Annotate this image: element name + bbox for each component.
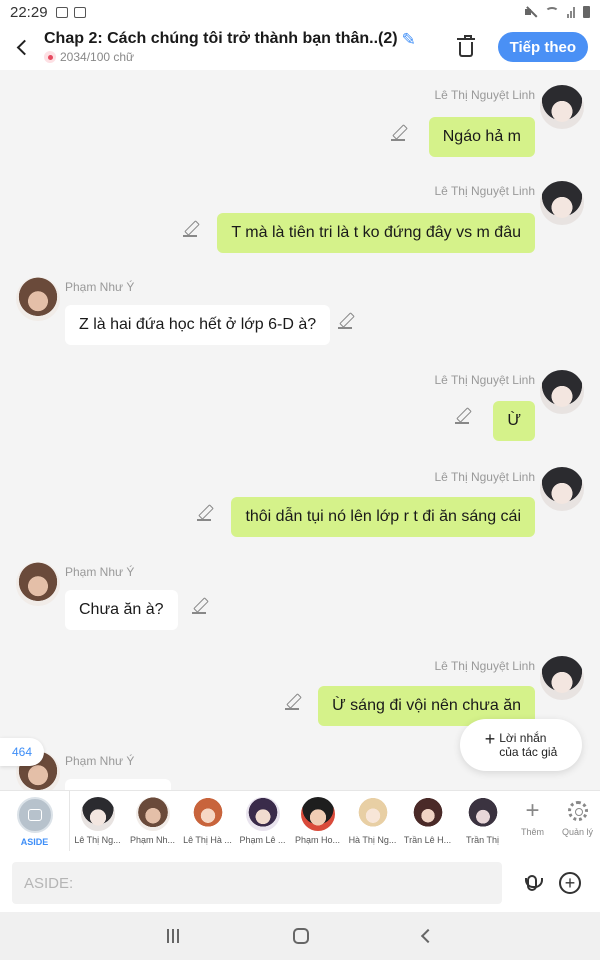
chat-icon xyxy=(27,809,42,821)
author-name: Phạm Như Ý xyxy=(65,280,135,294)
message-bubble[interactable]: Ngáo hả m xyxy=(428,117,535,157)
avatar[interactable] xyxy=(540,181,584,225)
next-button[interactable]: Tiếp theo xyxy=(497,32,588,62)
avatar xyxy=(465,797,500,831)
word-count: 2034/100 chữ xyxy=(60,50,135,64)
chapter-header: Chap 2: Cách chúng tôi trở thành bạn thâ… xyxy=(0,24,600,70)
home-button[interactable] xyxy=(293,928,309,944)
author-name: Lê Thị Nguyệt Linh xyxy=(434,88,535,102)
character-item[interactable]: Lê Thị Hà ... xyxy=(180,791,235,845)
chat-area[interactable]: Lê Thị Nguyệt Linh Ngáo hả m Lê Thị Nguy… xyxy=(0,70,600,790)
notification-icon xyxy=(73,6,86,18)
chevron-left-icon xyxy=(16,39,32,55)
status-bar: 22:29 xyxy=(0,0,600,24)
clock: 22:29 xyxy=(10,3,48,21)
edit-message-icon[interactable] xyxy=(391,124,407,141)
aside-character[interactable]: ASIDE xyxy=(0,791,70,851)
message-bubble[interactable]: T mà là tiên tri là t ko đứng đây vs m đ… xyxy=(217,213,535,253)
add-label: Thêm xyxy=(520,827,544,837)
manage-button[interactable]: Quản lý xyxy=(555,791,600,837)
avatar[interactable] xyxy=(16,277,60,321)
message-bubble[interactable]: thôi dẫn tụi nó lên lớp r t đi ăn sáng c… xyxy=(231,497,535,537)
back-button[interactable] xyxy=(0,24,44,70)
author-note-label-2: của tác giả xyxy=(499,745,558,759)
character-bar: ASIDE Lê Thị Ng... Phạm Nh... Lê Thị Hà … xyxy=(0,790,600,854)
avatar xyxy=(410,797,445,831)
message-bubble[interactable]: Ừ xyxy=(493,401,535,441)
avatar[interactable] xyxy=(540,85,584,129)
author-name: Phạm Như Ý xyxy=(65,565,135,579)
recent-apps-button[interactable] xyxy=(167,929,179,943)
edit-message-icon[interactable] xyxy=(338,312,354,329)
character-name: Lê Thị Ng... xyxy=(74,835,121,845)
wifi-icon xyxy=(545,7,559,17)
character-name: Phạm Lê ... xyxy=(239,835,286,845)
aside-input[interactable] xyxy=(12,862,502,904)
signal-icon xyxy=(567,6,575,18)
delete-button[interactable] xyxy=(446,27,486,67)
system-back-button[interactable] xyxy=(420,928,436,944)
author-name: Lê Thị Nguyệt Linh xyxy=(434,659,535,673)
voice-button[interactable] xyxy=(512,863,552,903)
author-name: Phạm Như Ý xyxy=(65,754,135,768)
character-item[interactable]: Phạm Lê ... xyxy=(235,791,290,845)
message-bubble[interactable]: Z là hai đứa học hết ở lớp 6-D à? xyxy=(65,305,331,345)
character-name: Phạm Nh... xyxy=(129,835,176,845)
chapter-title: Chap 2: Cách chúng tôi trở thành bạn thâ… xyxy=(44,30,398,47)
trash-icon xyxy=(456,34,475,57)
gear-icon xyxy=(567,801,588,821)
message-bubble[interactable] xyxy=(65,779,171,790)
edit-message-icon[interactable] xyxy=(455,407,471,424)
character-item[interactable]: Trần Thị xyxy=(455,791,510,845)
character-item[interactable]: Phạm Ho... xyxy=(290,791,345,845)
edit-title-icon[interactable]: ✎ xyxy=(402,31,416,48)
author-note-button[interactable]: + Lời nhắn của tác giả xyxy=(460,719,582,771)
avatar xyxy=(300,797,335,831)
avatar xyxy=(190,797,225,831)
image-icon xyxy=(55,6,68,18)
character-item[interactable]: Lê Thị Ng... xyxy=(70,791,125,845)
avatar[interactable] xyxy=(16,562,60,606)
character-item[interactable]: Trần Lê H... xyxy=(400,791,455,845)
system-nav-bar xyxy=(0,912,600,960)
avatar[interactable] xyxy=(540,656,584,700)
character-name: Trần Thị xyxy=(465,835,499,845)
battery-icon xyxy=(583,6,590,18)
avatar xyxy=(135,797,170,831)
character-item[interactable]: Hà Thị Ng... xyxy=(345,791,400,845)
message-count-badge[interactable]: 464 xyxy=(0,738,44,766)
microphone-icon xyxy=(527,875,537,891)
character-item[interactable]: Phạm Nh... xyxy=(125,791,180,845)
character-name: Phạm Ho... xyxy=(294,835,341,845)
edit-message-icon[interactable] xyxy=(183,220,199,237)
record-icon xyxy=(44,51,56,63)
avatar xyxy=(245,797,280,831)
author-name: Lê Thị Nguyệt Linh xyxy=(434,373,535,387)
plus-icon: + xyxy=(484,729,496,749)
avatar xyxy=(80,797,115,831)
character-name: Trần Lê H... xyxy=(403,835,452,845)
author-name: Lê Thị Nguyệt Linh xyxy=(434,184,535,198)
character-name: Lê Thị Hà ... xyxy=(183,835,232,845)
plus-circle-icon: + xyxy=(559,872,581,894)
avatar[interactable] xyxy=(540,370,584,414)
edit-message-icon[interactable] xyxy=(285,693,301,710)
manage-label: Quản lý xyxy=(561,827,594,837)
avatar[interactable] xyxy=(540,467,584,511)
edit-message-icon[interactable] xyxy=(192,597,208,614)
aside-avatar xyxy=(16,797,53,833)
edit-message-icon[interactable] xyxy=(197,504,213,521)
author-note-label: Lời nhắn xyxy=(499,731,547,745)
aside-label: ASIDE xyxy=(20,837,49,847)
mute-icon xyxy=(525,6,537,18)
plus-icon: + xyxy=(525,797,540,824)
author-name: Lê Thị Nguyệt Linh xyxy=(434,470,535,484)
add-character-button[interactable]: + Thêm xyxy=(510,791,555,837)
character-name: Hà Thị Ng... xyxy=(348,835,397,845)
message-bubble[interactable]: Chưa ăn à? xyxy=(65,590,178,630)
add-attachment-button[interactable]: + xyxy=(552,865,588,901)
avatar xyxy=(355,797,390,831)
compose-bar: + xyxy=(0,854,600,912)
